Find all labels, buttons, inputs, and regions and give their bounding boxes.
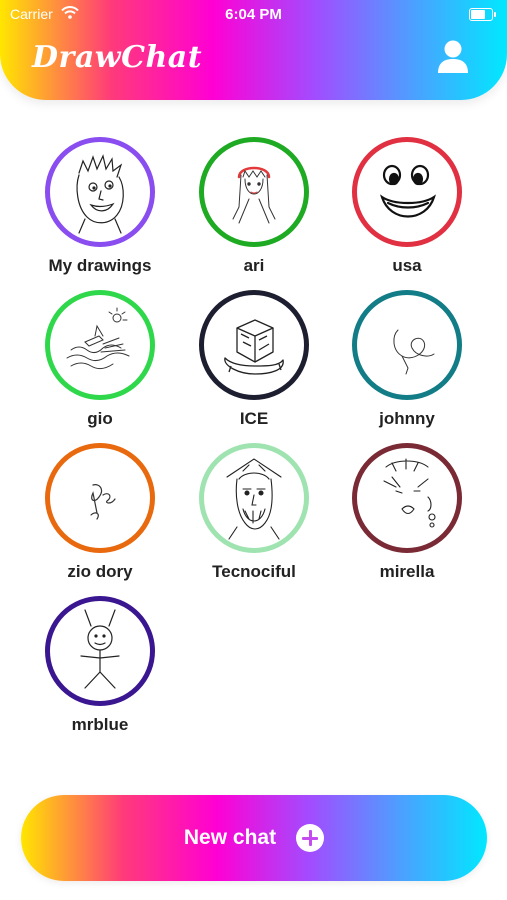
scribble-drawing (393, 329, 435, 375)
contact-ari[interactable]: ari (179, 137, 329, 276)
signature-drawing (90, 484, 116, 520)
contact-gio[interactable]: gio (25, 290, 175, 429)
contact-ice[interactable]: ICE (179, 290, 329, 429)
contact-name: My drawings (48, 256, 152, 275)
contact-usa[interactable]: usa (332, 137, 482, 276)
contact-avatar[interactable] (45, 596, 155, 706)
woman-face-drawing (383, 458, 436, 528)
big-smile-face-drawing (380, 164, 436, 218)
app-logo: DrawChat (32, 40, 203, 75)
contact-name: mrblue (71, 715, 129, 734)
user-icon[interactable] (437, 40, 469, 74)
contact-avatar[interactable] (199, 443, 309, 553)
contact-mirella[interactable]: mirella (332, 443, 482, 582)
plus-circle-icon (296, 824, 325, 852)
contact-avatar[interactable] (352, 290, 462, 400)
contact-mrblue[interactable]: mrblue (25, 596, 175, 735)
ice-cube-drawing (224, 319, 284, 375)
contact-name: usa (392, 256, 422, 275)
contact-my-drawings[interactable]: My drawings (25, 137, 175, 276)
app-header: Carrier 6:04 PM DrawChat (0, 0, 507, 100)
status-time: 6:04 PM (225, 6, 282, 23)
new-chat-label: New chat (183, 826, 277, 849)
new-chat-button[interactable]: New chat (21, 795, 487, 881)
contact-name: gio (87, 409, 113, 428)
contact-zio-dory[interactable]: zio dory (25, 443, 175, 582)
boat-on-waves-drawing (66, 307, 130, 370)
contact-avatar[interactable] (199, 290, 309, 400)
contact-name: ari (243, 256, 265, 275)
contact-name: ICE (239, 409, 269, 428)
contact-tecnociful[interactable]: Tecnociful (179, 443, 329, 582)
contact-avatar[interactable] (352, 443, 462, 553)
contact-name: johnny (379, 409, 435, 428)
contact-avatar[interactable] (45, 290, 155, 400)
spiky-hair-face-drawing (76, 154, 124, 234)
contact-name: mirella (379, 562, 435, 581)
contact-avatar[interactable] (45, 443, 155, 553)
contact-avatar[interactable] (45, 137, 155, 247)
girl-with-bangs-drawing (232, 166, 276, 224)
contact-name: Tecnociful (212, 562, 296, 581)
contact-name: zio dory (67, 562, 133, 581)
stick-figure-drawing (80, 609, 120, 689)
contact-johnny[interactable]: johnny (332, 290, 482, 429)
contact-avatar[interactable] (199, 137, 309, 247)
bearded-face-drawing (226, 458, 282, 540)
status-bar: Carrier 6:04 PM (0, 0, 507, 28)
contact-avatar[interactable] (352, 137, 462, 247)
battery-icon (469, 8, 496, 21)
